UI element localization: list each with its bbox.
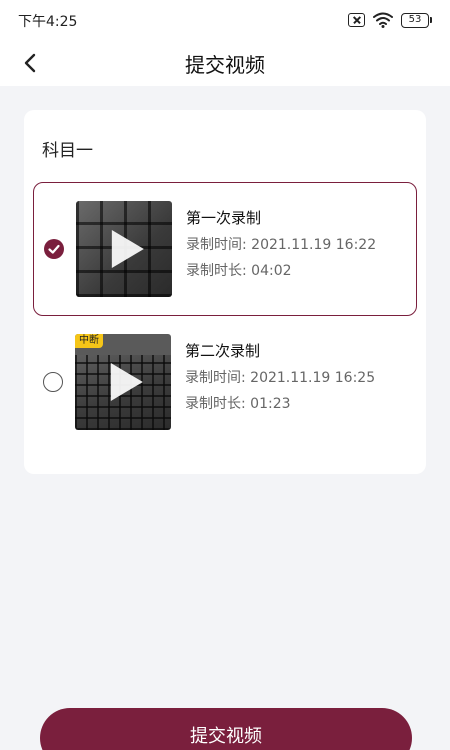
wifi-icon (373, 12, 393, 28)
recording-item-2[interactable]: 中断 第二次录制 录制时间: 2021.11.19 16:25 录制时长: 01… (33, 316, 417, 450)
status-time: 下午4:25 (18, 14, 78, 30)
recording-time: 录制时间: 2021.11.19 16:25 (185, 370, 376, 386)
nav-bar: 提交视频 (0, 40, 450, 86)
interrupted-badge: 中断 (75, 334, 103, 348)
submit-button[interactable]: 提交视频 (40, 708, 412, 750)
page-title: 提交视频 (185, 53, 265, 77)
recording-time: 录制时间: 2021.11.19 16:22 (186, 237, 377, 253)
recording-duration: 录制时长: 04:02 (186, 263, 292, 279)
recording-duration: 录制时长: 01:23 (185, 396, 291, 412)
video-thumbnail[interactable] (76, 201, 172, 297)
status-icons: 53 (348, 10, 432, 30)
battery-tip (430, 17, 432, 23)
subject-title: 科目一 (42, 141, 93, 161)
check-icon (48, 244, 60, 254)
battery-icon: 53 (401, 12, 432, 28)
recordings-card: 科目一 第一次录制 录制时间: 2021.11.19 16:22 录制时长: 0… (24, 110, 426, 474)
video-thumbnail[interactable]: 中断 (75, 334, 171, 430)
status-bar: 下午4:25 53 (0, 0, 450, 40)
sim-blocked-icon (348, 13, 365, 27)
recording-item-1[interactable]: 第一次录制 录制时间: 2021.11.19 16:22 录制时长: 04:02 (33, 182, 417, 316)
recording-name: 第一次录制 (186, 209, 262, 227)
play-icon (111, 230, 144, 268)
battery-level: 53 (401, 12, 429, 28)
radio-checked[interactable] (44, 239, 64, 259)
play-icon (110, 363, 143, 401)
recording-name: 第二次录制 (185, 342, 261, 360)
radio-unchecked[interactable] (43, 372, 63, 392)
